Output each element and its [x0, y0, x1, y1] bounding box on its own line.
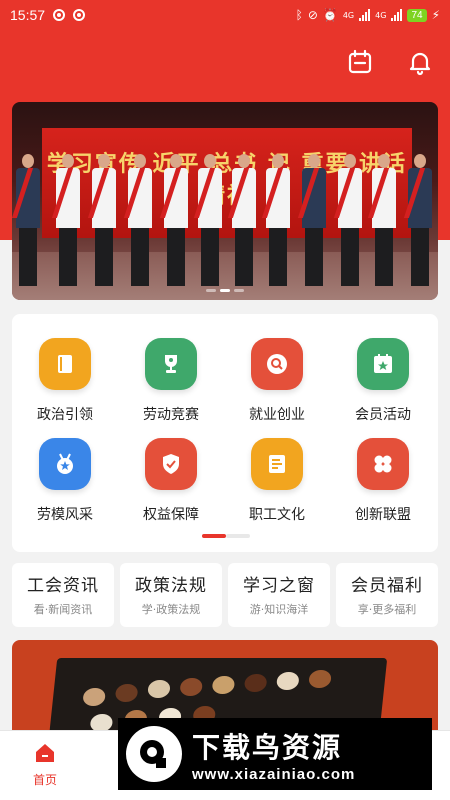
grid-item-label: 劳动竞赛: [143, 407, 199, 423]
quick-link-title: 政策法规: [135, 576, 207, 596]
medal-icon: [39, 438, 91, 490]
network-type: 4G: [342, 10, 355, 20]
signal-icon: [391, 9, 403, 21]
quick-link-subtitle: 享·更多福利: [357, 603, 417, 616]
banner-page-indicator: [206, 289, 244, 292]
quick-link-title: 工会资讯: [27, 576, 99, 596]
banner-carousel[interactable]: 学习宣传 近平 总书 记 重要 讲话精神: [12, 102, 438, 300]
mute-icon: ⊘: [307, 8, 318, 22]
grid-item-label: 劳模风采: [37, 507, 93, 523]
book-icon: [39, 338, 91, 390]
grid-page-indicator: [202, 534, 250, 538]
quick-link-news[interactable]: 工会资讯 看·新闻资讯: [12, 563, 114, 627]
status-time: 15:57: [10, 7, 46, 23]
notification-icon: [53, 9, 66, 21]
grid-item-rights[interactable]: 权益保障: [118, 438, 224, 524]
grid-item-label: 政治引领: [37, 407, 93, 423]
bell-icon[interactable]: [406, 48, 434, 76]
watermark-url: www.xiazainiao.com: [192, 765, 356, 783]
grid-item-label: 会员活动: [355, 407, 411, 423]
watermark-title: 下载鸟资源: [192, 730, 343, 764]
clover-icon: [357, 438, 409, 490]
alarm-icon: ⏰: [322, 8, 338, 22]
header-actions: [346, 48, 434, 76]
grid-item-label: 职工文化: [249, 507, 305, 523]
watermark-logo: [126, 726, 182, 782]
search-icon: [251, 338, 303, 390]
quick-link-title: 会员福利: [351, 576, 423, 596]
quick-link-subtitle: 学·政策法规: [141, 603, 201, 616]
quick-link-subtitle: 游·知识海洋: [249, 603, 309, 616]
quick-link-subtitle: 看·新闻资讯: [33, 603, 93, 616]
status-indicators: ᛒ ⊘ ⏰ 4G 4G 74 ⚡: [296, 8, 440, 22]
calendar-icon[interactable]: [346, 48, 374, 76]
watermark-overlay: 下载鸟资源 www.xiazainiao.com: [118, 718, 432, 790]
shield-check-icon: [145, 438, 197, 490]
quick-link-welfare[interactable]: 会员福利 享·更多福利: [336, 563, 438, 627]
quick-link-study[interactable]: 学习之窗 游·知识海洋: [228, 563, 330, 627]
grid-item-culture[interactable]: 职工文化: [224, 438, 330, 524]
notification-icon: [73, 9, 86, 21]
charging-icon: ⚡: [431, 8, 440, 22]
nav-tab-home[interactable]: 首页: [20, 741, 70, 788]
grid-item-innovation[interactable]: 创新联盟: [330, 438, 436, 524]
grid-item-politics[interactable]: 政治引领: [12, 338, 118, 424]
function-grid: 政治引领 劳动竞赛 就业创业 会员活动 劳模风采 权益保障 职工文化 创新联盟: [12, 314, 438, 552]
calendar-star-icon: [357, 338, 409, 390]
quick-link-policy[interactable]: 政策法规 学·政策法规: [120, 563, 222, 627]
bluetooth-icon: ᛒ: [295, 8, 303, 22]
grid-item-label: 就业创业: [249, 407, 305, 423]
grid-item-label: 创新联盟: [355, 507, 411, 523]
signal-icon: [359, 9, 371, 21]
battery-level: 74: [407, 8, 427, 22]
nav-tab-home-label: 首页: [32, 773, 57, 787]
grid-item-model-workers[interactable]: 劳模风采: [12, 438, 118, 524]
quick-links: 工会资讯 看·新闻资讯 政策法规 学·政策法规 学习之窗 游·知识海洋 会员福利…: [12, 563, 438, 627]
document-icon: [251, 438, 303, 490]
grid-item-labor-contest[interactable]: 劳动竞赛: [118, 338, 224, 424]
grid-item-member-activity[interactable]: 会员活动: [330, 338, 436, 424]
grid-item-label: 权益保障: [143, 507, 199, 523]
quick-link-title: 学习之窗: [243, 576, 315, 596]
home-icon: [36, 744, 54, 762]
trophy-icon: [145, 338, 197, 390]
network-type: 4G: [375, 10, 387, 20]
grid-item-employment[interactable]: 就业创业: [224, 338, 330, 424]
status-bar: 15:57 ᛒ ⊘ ⏰ 4G 4G 74 ⚡: [0, 0, 450, 30]
